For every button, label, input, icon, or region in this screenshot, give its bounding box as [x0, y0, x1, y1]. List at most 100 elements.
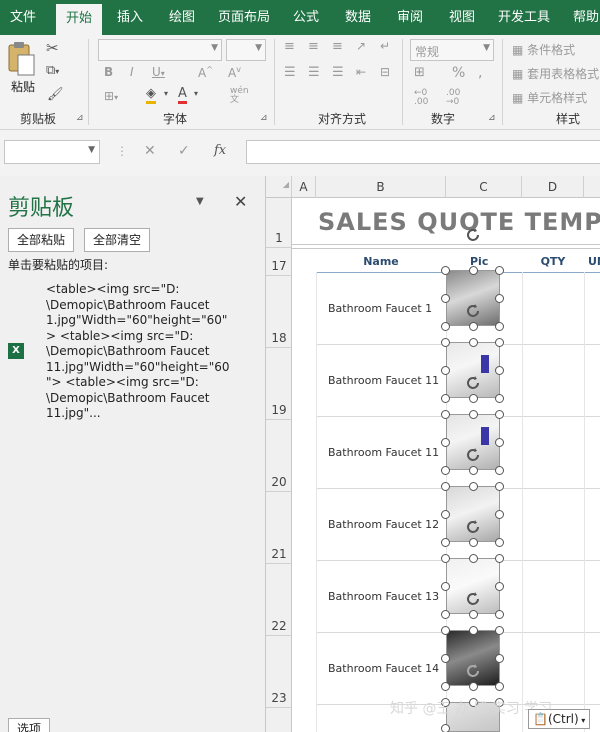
resize-handle[interactable]: [469, 266, 478, 275]
comma-style-icon[interactable]: ,: [478, 65, 482, 81]
format-as-table-button[interactable]: ▦ 套用表格格式: [512, 65, 599, 82]
resize-handle[interactable]: [441, 394, 450, 403]
shrink-font-icon[interactable]: Av: [228, 65, 241, 80]
resize-handle[interactable]: [441, 366, 450, 375]
font-size-combo[interactable]: ▼: [226, 39, 266, 61]
resize-handle[interactable]: [441, 626, 450, 635]
rotate-handle-icon[interactable]: [464, 374, 482, 392]
phonetic-icon[interactable]: wén 文: [230, 87, 249, 105]
orientation-icon[interactable]: ↗: [356, 39, 366, 53]
tab-view[interactable]: 视图: [440, 0, 484, 35]
tab-help[interactable]: 帮助: [564, 0, 600, 35]
number-launcher-icon[interactable]: ⊿: [488, 113, 496, 123]
resize-handle[interactable]: [469, 394, 478, 403]
resize-handle[interactable]: [441, 724, 450, 732]
resize-handle[interactable]: [495, 626, 504, 635]
align-left-icon[interactable]: ☰: [284, 65, 296, 80]
pane-options-chevron-icon[interactable]: ▼: [196, 196, 204, 207]
resize-handle[interactable]: [469, 554, 478, 563]
fill-color-icon[interactable]: ◈: [146, 87, 156, 104]
resize-handle[interactable]: [469, 482, 478, 491]
resize-handle[interactable]: [495, 510, 504, 519]
rotate-handle-icon[interactable]: [464, 518, 482, 536]
tab-page-layout[interactable]: 页面布局: [212, 0, 276, 35]
conditional-format-button[interactable]: ▦ 条件格式: [512, 41, 575, 58]
resize-handle[interactable]: [441, 654, 450, 663]
resize-handle[interactable]: [469, 626, 478, 635]
chevron-down-icon[interactable]: ▾: [194, 89, 198, 98]
tab-draw[interactable]: 绘图: [160, 0, 204, 35]
clear-all-button[interactable]: 全部清空: [84, 228, 151, 252]
clipboard-item[interactable]: <table><img src="D: \Demopic\Bathroom Fa…: [46, 282, 246, 422]
decrease-indent-icon[interactable]: ⇤: [356, 65, 366, 79]
align-top-icon[interactable]: ≡: [284, 39, 295, 54]
copy-icon[interactable]: ⧉▾: [46, 63, 59, 78]
resize-handle[interactable]: [469, 538, 478, 547]
resize-handle[interactable]: [495, 438, 504, 447]
resize-handle[interactable]: [441, 322, 450, 331]
resize-handle[interactable]: [441, 466, 450, 475]
resize-handle[interactable]: [441, 338, 450, 347]
resize-handle[interactable]: [441, 682, 450, 691]
resize-handle[interactable]: [495, 610, 504, 619]
align-middle-icon[interactable]: ≡: [308, 39, 319, 54]
chevron-down-icon[interactable]: ▼: [88, 145, 95, 155]
resize-handle[interactable]: [495, 482, 504, 491]
percent-icon[interactable]: %: [452, 65, 465, 81]
tab-developer[interactable]: 开发工具: [492, 0, 556, 35]
resize-handle[interactable]: [441, 438, 450, 447]
enter-icon[interactable]: ✓: [178, 143, 190, 159]
resize-handle[interactable]: [441, 538, 450, 547]
wrap-text-icon[interactable]: ↵: [380, 39, 390, 53]
align-center-icon[interactable]: ☰: [308, 65, 320, 80]
decrease-decimal-icon[interactable]: .00 →0: [446, 89, 460, 107]
resize-handle[interactable]: [469, 610, 478, 619]
resize-handle[interactable]: [495, 394, 504, 403]
increase-decimal-icon[interactable]: ←0.00: [414, 89, 428, 107]
tab-formulas[interactable]: 公式: [284, 0, 328, 35]
resize-handle[interactable]: [495, 366, 504, 375]
italic-icon[interactable]: I: [130, 65, 134, 79]
format-painter-icon[interactable]: 🖌: [47, 87, 64, 102]
resize-handle[interactable]: [441, 510, 450, 519]
formula-input[interactable]: [246, 140, 600, 164]
resize-handle[interactable]: [495, 682, 504, 691]
close-icon[interactable]: ✕: [234, 192, 247, 211]
resize-handle[interactable]: [495, 554, 504, 563]
resize-handle[interactable]: [441, 482, 450, 491]
resize-handle[interactable]: [441, 266, 450, 275]
tab-home[interactable]: 开始: [56, 4, 102, 35]
paste-options-button[interactable]: 📋(Ctrl) ▾: [528, 709, 590, 729]
tab-file[interactable]: 文件: [0, 0, 46, 35]
resize-handle[interactable]: [441, 610, 450, 619]
chevron-down-icon[interactable]: ▾: [164, 89, 168, 98]
picture-stack[interactable]: [266, 176, 600, 732]
font-launcher-icon[interactable]: ⊿: [260, 113, 268, 123]
align-right-icon[interactable]: ☰: [332, 65, 344, 80]
merge-center-icon[interactable]: ⊟: [380, 65, 390, 79]
insert-function-icon[interactable]: fx: [214, 143, 226, 158]
borders-icon[interactable]: ⊞▾: [104, 89, 118, 103]
resize-handle[interactable]: [495, 322, 504, 331]
rotate-handle-icon[interactable]: [464, 226, 482, 244]
tab-data[interactable]: 数据: [336, 0, 380, 35]
resize-handle[interactable]: [495, 410, 504, 419]
resize-handle[interactable]: [495, 294, 504, 303]
resize-handle[interactable]: [441, 410, 450, 419]
align-bottom-icon[interactable]: ≡: [332, 39, 343, 54]
options-button[interactable]: 选项: [8, 718, 51, 732]
cut-icon[interactable]: ✂: [46, 39, 59, 57]
cell-styles-button[interactable]: ▦ 单元格样式: [512, 89, 587, 106]
rotate-handle-icon[interactable]: [464, 590, 482, 608]
resize-handle[interactable]: [495, 654, 504, 663]
name-box[interactable]: ▼: [4, 140, 100, 164]
resize-handle[interactable]: [441, 582, 450, 591]
font-color-icon[interactable]: A: [178, 87, 187, 104]
paste-all-button[interactable]: 全部粘贴: [8, 228, 75, 252]
resize-handle[interactable]: [469, 338, 478, 347]
resize-handle[interactable]: [495, 338, 504, 347]
clipboard-launcher-icon[interactable]: ⊿: [76, 113, 84, 123]
underline-icon[interactable]: U▾: [152, 65, 165, 79]
bold-icon[interactable]: B: [104, 65, 113, 79]
resize-handle[interactable]: [469, 682, 478, 691]
